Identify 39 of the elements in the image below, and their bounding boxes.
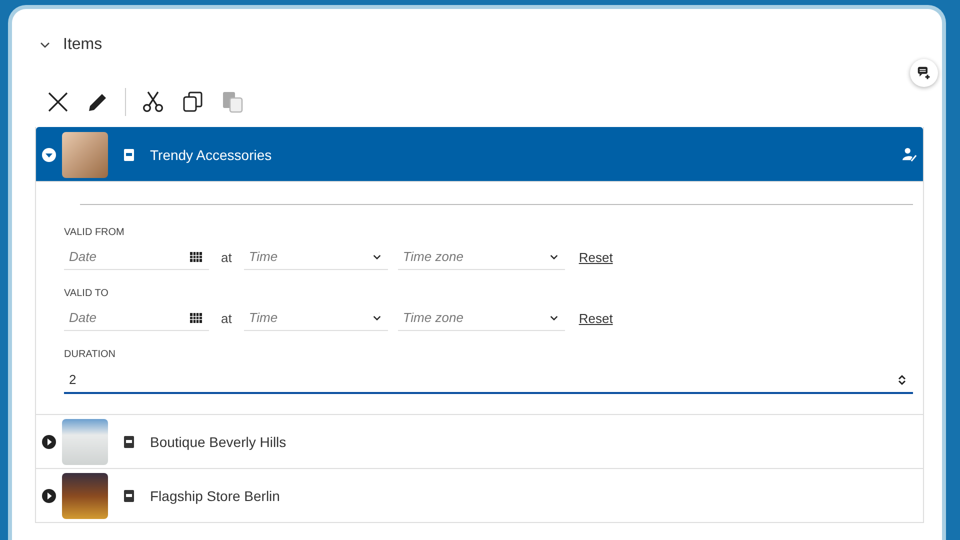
duration-field[interactable]: 2 (64, 366, 913, 394)
list-row[interactable]: Trendy Accessories (36, 127, 923, 181)
time-zone-dropdown[interactable]: Time zone (398, 305, 565, 331)
add-comment-button[interactable] (910, 59, 938, 87)
list-row[interactable]: Boutique Beverly Hills (36, 414, 923, 468)
field-label: DURATION (64, 349, 116, 360)
calendar-icon[interactable] (190, 252, 202, 262)
add-comment-icon[interactable] (917, 66, 931, 80)
chevron-down-icon[interactable] (550, 316, 558, 320)
expand-toggle-icon[interactable] (42, 148, 56, 162)
store-icon (124, 148, 134, 160)
list-row[interactable]: Flagship Store Berlin (36, 468, 923, 522)
time-zone-dropdown[interactable]: Time zone (398, 244, 565, 270)
item-name: Trendy Accessories (150, 146, 273, 162)
item-name: Flagship Store Berlin (150, 488, 281, 504)
photo-placeholder (62, 132, 108, 178)
user-edit-icon[interactable] (902, 147, 917, 162)
photo-placeholder (62, 418, 108, 464)
at-label: at (221, 310, 232, 326)
photo-placeholder (62, 472, 108, 518)
at-label: at (221, 250, 232, 264)
spinner-icon[interactable] (898, 374, 906, 386)
field-label: VALID FROM (64, 227, 126, 238)
store-icon (124, 490, 134, 502)
expand-toggle-icon[interactable] (42, 434, 56, 448)
reset-link[interactable]: Reset (578, 250, 613, 264)
item-name: Boutique Beverly Hills (150, 434, 288, 450)
time-dropdown[interactable]: Time (244, 244, 388, 270)
field-label: VALID TO (64, 288, 110, 299)
expand-toggle-icon[interactable] (42, 488, 56, 502)
chevron-down-icon[interactable] (372, 254, 381, 260)
reset-link[interactable]: Reset (578, 310, 613, 326)
cut-button[interactable] (140, 89, 166, 115)
section-title: Items (63, 36, 102, 54)
time-dropdown[interactable]: Time (244, 305, 388, 331)
chevron-down-icon[interactable] (372, 316, 381, 320)
calendar-icon[interactable] (190, 313, 202, 323)
store-icon (124, 436, 134, 448)
chevron-down-icon[interactable] (550, 254, 558, 260)
